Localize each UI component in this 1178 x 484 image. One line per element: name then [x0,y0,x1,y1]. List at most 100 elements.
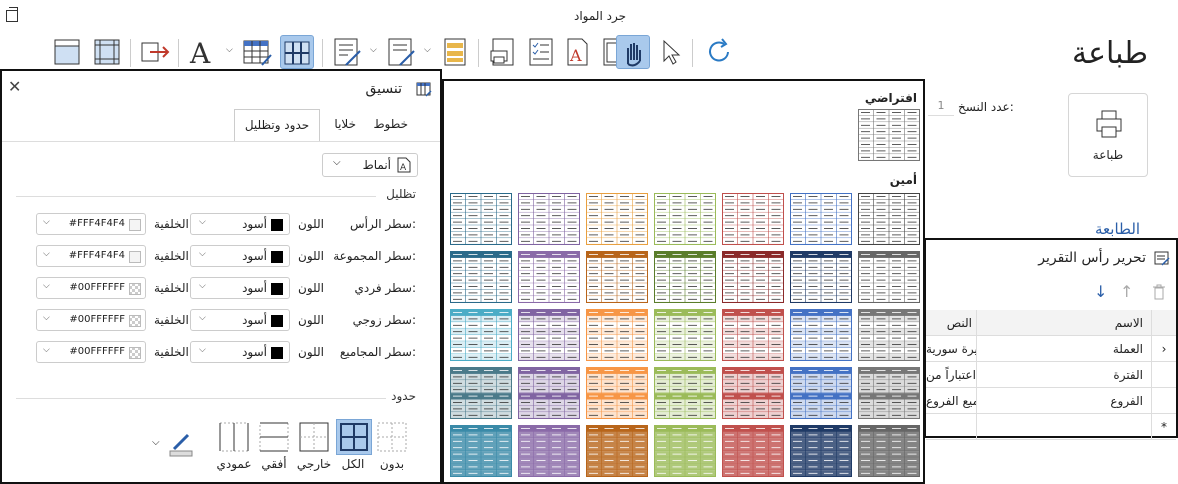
row-text[interactable]: ليرة سورية [926,336,976,362]
style-swatch[interactable] [518,425,580,477]
color-select[interactable]: أسود ⌵ [190,245,290,267]
style-swatch[interactable] [518,367,580,419]
style-swatch[interactable] [450,193,512,245]
table-row[interactable]: جميع الفروع الفروع [926,388,1176,414]
border-outer-button[interactable] [296,419,332,455]
export-icon[interactable] [138,35,172,69]
row-name[interactable]: الفروع [976,388,1152,414]
border-vertical-button[interactable] [216,419,252,455]
style-swatch[interactable] [518,251,580,303]
color-label: اللون [298,345,324,359]
restore-window-icon[interactable] [6,7,18,22]
checklist-icon[interactable] [524,35,558,69]
edit-form-icon[interactable] [330,35,364,69]
style-swatch[interactable] [654,309,716,361]
background-select[interactable]: #FFF4F4F4 ⌵ [36,245,146,267]
style-swatch[interactable] [858,367,920,419]
style-swatch[interactable] [858,425,920,477]
row-text[interactable]: جميع الفروع [926,388,976,414]
style-swatch[interactable] [450,309,512,361]
copies-input[interactable]: 1 [928,96,954,116]
table-row[interactable]: ليرة سورية العملة › [926,336,1176,362]
move-down-icon[interactable]: ↓ [1094,282,1107,301]
font-icon[interactable]: A [186,35,220,70]
style-swatch[interactable] [790,425,852,477]
pointer-icon[interactable] [654,35,688,69]
table-format-icon[interactable] [240,35,274,69]
page-layout-icon[interactable] [50,35,84,69]
style-swatch[interactable] [654,193,716,245]
style-swatch[interactable] [586,193,648,245]
new-row[interactable]: * [926,414,1176,440]
shading-row-label: سطر المجموعة: [333,249,416,263]
row-name[interactable]: العملة [976,336,1152,362]
border-none-button[interactable] [374,419,410,455]
chevron-down-icon[interactable]: ⌵ [152,437,160,448]
border-horizontal-button[interactable] [256,419,292,455]
style-swatch[interactable] [858,309,920,361]
style-swatch[interactable] [722,425,784,477]
color-select[interactable]: أسود ⌵ [190,309,290,331]
style-swatch[interactable] [722,309,784,361]
color-select[interactable]: أسود ⌵ [190,277,290,299]
delete-icon[interactable] [1152,284,1166,300]
chevron-down-icon: ⌵ [43,281,50,291]
border-all-button[interactable] [336,419,372,455]
grid-all-icon[interactable] [280,35,314,69]
color-select[interactable]: أسود ⌵ [190,341,290,363]
style-swatch[interactable] [722,193,784,245]
new-row-name[interactable] [976,414,1152,440]
report-icon[interactable] [438,35,472,69]
style-swatch[interactable] [450,251,512,303]
style-swatch[interactable] [654,251,716,303]
table-row[interactable]: اعتباراً من الفترة [926,362,1176,388]
shading-row-label: سطر الرأس: [350,217,416,231]
style-swatch[interactable] [858,251,920,303]
print-preview-icon[interactable] [486,35,520,69]
edit-form-2-icon[interactable] [384,35,418,69]
hand-icon[interactable] [616,35,650,69]
style-swatch[interactable] [450,367,512,419]
background-select[interactable]: #00FFFFFF ⌵ [36,277,146,299]
background-select[interactable]: #00FFFFFF ⌵ [36,341,146,363]
style-swatch[interactable] [654,425,716,477]
style-swatch[interactable] [586,425,648,477]
style-swatch[interactable] [586,309,648,361]
style-default[interactable] [858,109,920,161]
background-select[interactable]: #00FFFFFF ⌵ [36,309,146,331]
chevron-down-icon[interactable]: ⌵ [370,45,377,55]
close-icon[interactable]: ✕ [8,77,21,96]
background-select[interactable]: #FFF4F4F4 ⌵ [36,213,146,235]
style-swatch[interactable] [790,251,852,303]
style-swatch[interactable] [722,251,784,303]
chevron-down-icon[interactable]: ⌵ [424,45,431,55]
row-name[interactable]: الفترة [976,362,1152,388]
chevron-down-icon[interactable]: ⌵ [226,45,233,55]
style-swatch[interactable] [790,193,852,245]
style-swatch[interactable] [518,309,580,361]
style-swatch[interactable] [450,425,512,477]
refresh-icon[interactable] [702,35,736,69]
style-swatch[interactable] [654,367,716,419]
tab-borders-shading[interactable]: حدود وتظليل [234,109,320,141]
background-swatch [129,283,141,295]
new-row-text[interactable] [926,414,976,440]
styles-dropdown[interactable]: A أنماط ⌵ [322,153,418,177]
margins-icon[interactable] [90,35,124,69]
style-swatch[interactable] [518,193,580,245]
color-select[interactable]: أسود ⌵ [190,213,290,235]
style-swatch[interactable] [790,367,852,419]
style-swatch[interactable] [722,367,784,419]
move-up-icon[interactable]: ↑ [1120,282,1133,301]
pdf-icon[interactable]: A [560,35,594,69]
page-title: طباعة [1072,36,1149,71]
print-button[interactable]: طباعة [1068,93,1148,177]
border-pen-icon[interactable] [168,429,196,457]
style-swatch[interactable] [586,367,648,419]
row-text[interactable]: اعتباراً من [926,362,976,388]
style-swatch[interactable] [790,309,852,361]
tab-cells[interactable]: خلايا [334,117,356,131]
style-swatch[interactable] [586,251,648,303]
tab-fonts[interactable]: خطوط [373,117,408,131]
style-swatch[interactable] [858,193,920,245]
